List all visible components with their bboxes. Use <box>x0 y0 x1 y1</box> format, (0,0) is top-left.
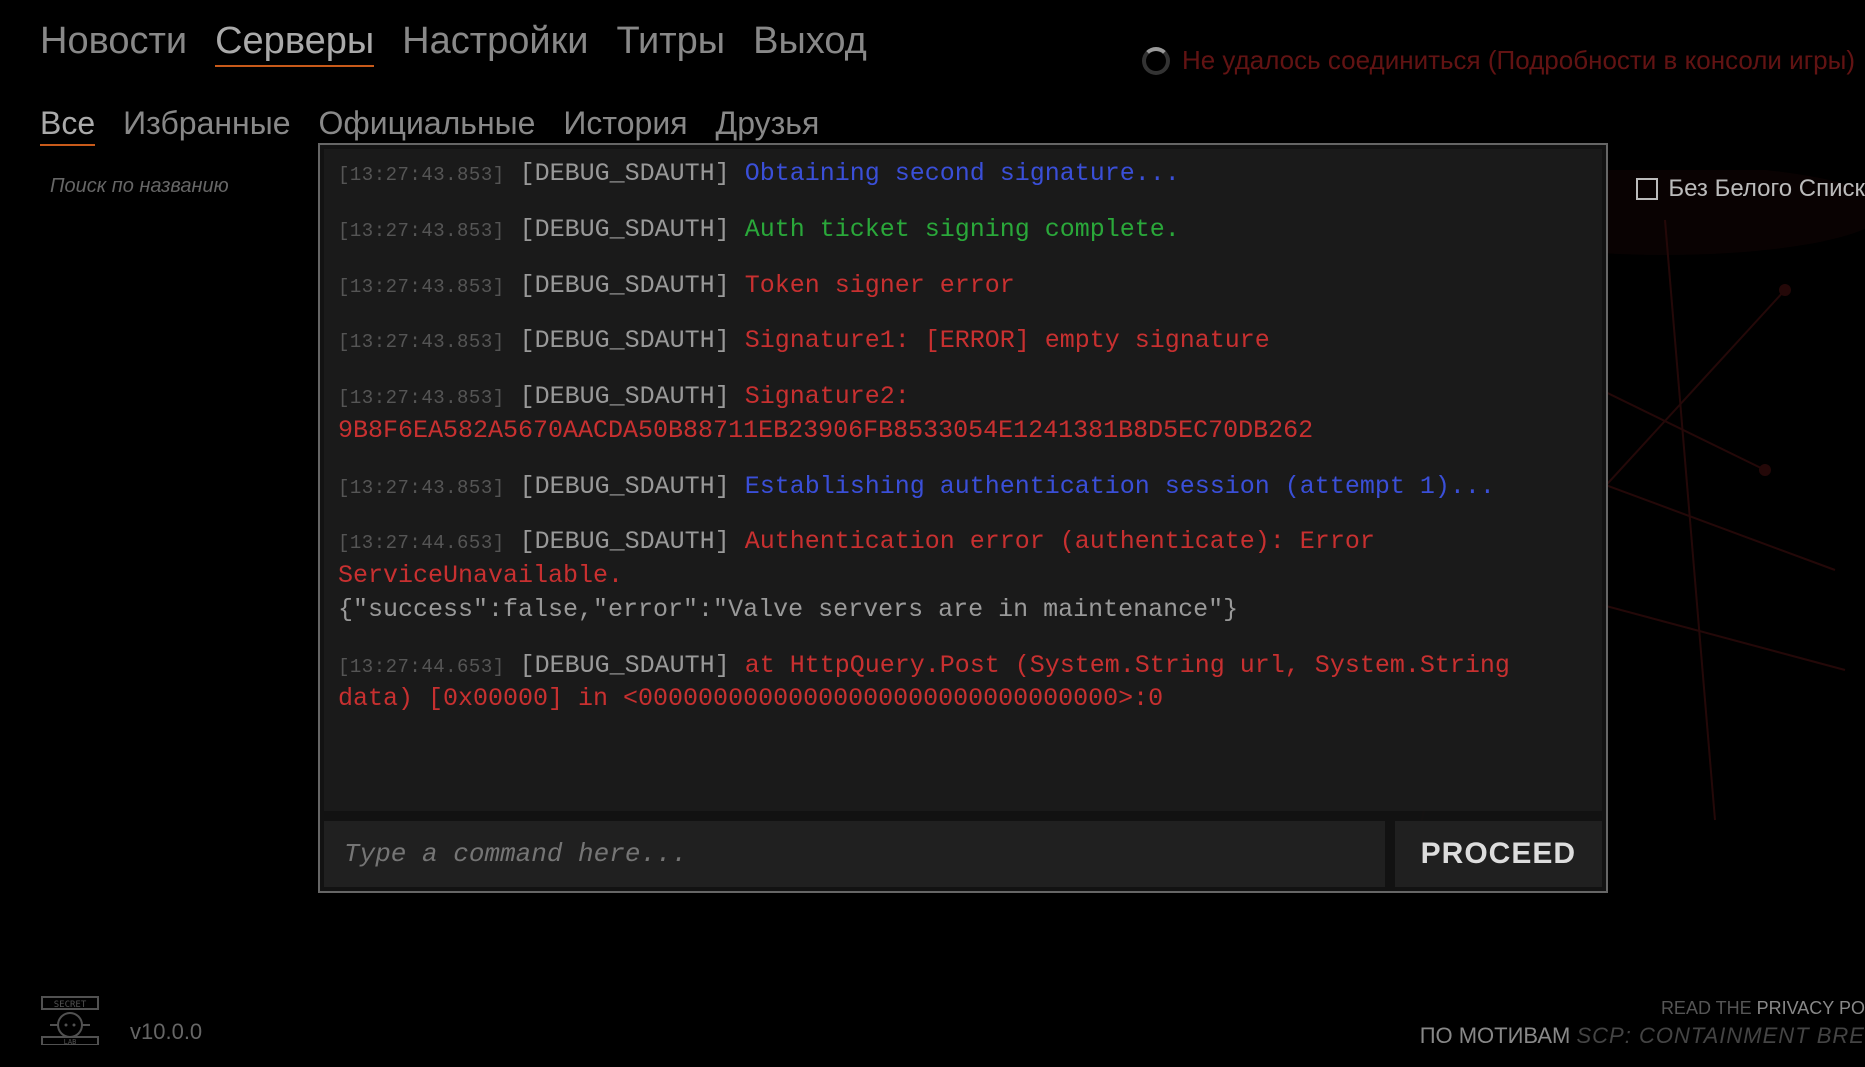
nav-item-0[interactable]: Новости <box>40 20 187 67</box>
privacy-line: READ THE PRIVACY PO <box>1420 998 1865 1019</box>
privacy-link[interactable]: PRIVACY PO <box>1757 998 1865 1018</box>
nav-item-1[interactable]: Серверы <box>215 20 374 67</box>
log-line: [13:27:44.653] [DEBUG_SDAUTH] at HttpQue… <box>338 649 1588 717</box>
filter-tab-2[interactable]: Официальные <box>319 105 536 146</box>
motive-prefix: ПО МОТИВАМ <box>1420 1023 1577 1048</box>
log-line: [13:27:44.653] [DEBUG_SDAUTH] Authentica… <box>338 525 1588 626</box>
connection-text: Не удалось соединиться (Подробности в ко… <box>1182 45 1855 76</box>
svg-text:LAB: LAB <box>64 1038 77 1045</box>
filter-tab-0[interactable]: Все <box>40 105 95 146</box>
log-line: [13:27:43.853] [DEBUG_SDAUTH] Token sign… <box>338 269 1588 303</box>
proceed-button[interactable]: PROCEED <box>1395 821 1602 887</box>
footer-right: READ THE PRIVACY PO ПО МОТИВАМ SCP: CONT… <box>1420 998 1865 1049</box>
search-input[interactable]: Поиск по названию <box>50 175 229 198</box>
footer-left: SECRET LAB v10.0.0 <box>40 995 202 1045</box>
motive-title: SCP: CONTAINMENT BRE <box>1576 1023 1865 1048</box>
loading-spinner-icon <box>1142 47 1170 75</box>
privacy-prefix: READ THE <box>1661 998 1757 1018</box>
connection-status: Не удалось соединиться (Подробности в ко… <box>1142 45 1855 76</box>
version-label: v10.0.0 <box>130 1019 202 1045</box>
log-line: [13:27:43.853] [DEBUG_SDAUTH] Obtaining … <box>338 157 1588 191</box>
server-filter-tabs: Все Избранные Официальные История Друзья <box>40 105 819 146</box>
without-whitelist-checkbox[interactable]: Без Белого Списк <box>1636 175 1865 203</box>
log-line: [13:27:43.853] [DEBUG_SDAUTH] Establishi… <box>338 470 1588 504</box>
console-log: [13:27:43.853] [DEBUG_SDAUTH] Obtaining … <box>324 149 1602 811</box>
nav-item-3[interactable]: Титры <box>617 20 726 67</box>
svg-text:SECRET: SECRET <box>54 1000 87 1010</box>
log-line: [13:27:43.853] [DEBUG_SDAUTH] Auth ticke… <box>338 213 1588 247</box>
debug-console: [13:27:43.853] [DEBUG_SDAUTH] Obtaining … <box>318 143 1608 893</box>
log-line: [13:27:43.853] [DEBUG_SDAUTH] Signature2… <box>338 380 1588 448</box>
nav-item-2[interactable]: Настройки <box>402 20 588 67</box>
filter-tab-1[interactable]: Избранные <box>123 105 290 146</box>
studio-logo-icon: SECRET LAB <box>40 995 100 1045</box>
filter-tab-3[interactable]: История <box>563 105 687 146</box>
inspiration-line: ПО МОТИВАМ SCP: CONTAINMENT BRE <box>1420 1023 1865 1049</box>
checkbox-icon[interactable] <box>1636 178 1658 200</box>
whitelist-label: Без Белого Списк <box>1668 175 1865 203</box>
filter-tab-4[interactable]: Друзья <box>716 105 820 146</box>
nav-item-4[interactable]: Выход <box>753 20 867 67</box>
command-input[interactable] <box>324 821 1385 887</box>
console-input-row: PROCEED <box>324 821 1602 887</box>
log-line: [13:27:43.853] [DEBUG_SDAUTH] Signature1… <box>338 324 1588 358</box>
main-nav: Новости Серверы Настройки Титры Выход <box>40 20 867 67</box>
